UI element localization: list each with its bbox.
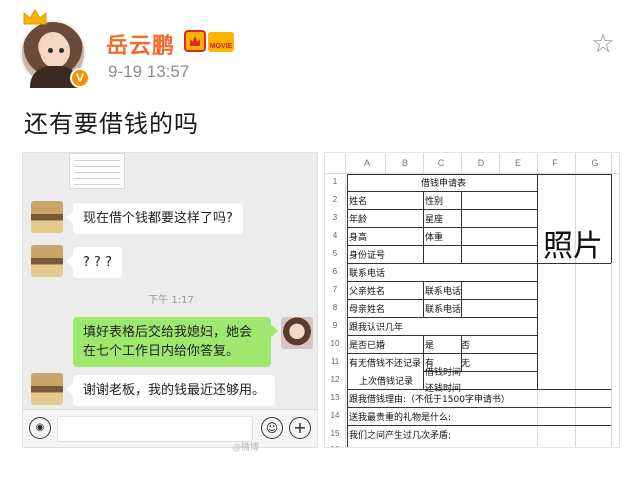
cell-label: 跟我借钱理由:（不低于1500字申请书） <box>349 395 510 405</box>
sender-avatar <box>31 373 63 405</box>
avatar-eye-right <box>59 48 64 53</box>
post-timestamp: 9-19 13:57 <box>108 62 190 81</box>
column-header: C <box>437 158 445 168</box>
chat-input-bar: ◉ ☺ + <box>23 409 317 447</box>
cell-label: 体重 <box>425 233 444 243</box>
row-number: 11 <box>330 357 340 366</box>
row-number: 10 <box>330 339 340 348</box>
cell-label: 借钱时间 <box>425 368 462 378</box>
message-bubble: 现在借个钱都要这样了吗? <box>73 203 243 234</box>
cell-label: 联系电话 <box>425 305 462 315</box>
avatar-eye-left <box>48 48 53 53</box>
column-header: E <box>514 158 521 168</box>
chat-time-divider: 下午 1:17 <box>148 295 194 306</box>
row-number: 5 <box>332 249 338 258</box>
post-text: 还有要借钱的吗 <box>24 110 199 138</box>
row-number: 12 <box>330 375 340 384</box>
row-number: 14 <box>330 411 340 420</box>
cell-label: 母亲姓名 <box>349 305 386 315</box>
message-bubble: 谢谢老板，我的钱最近还够用。 <box>73 375 276 406</box>
loan-application-sheet: A B C D E F G 12345678910111213141516 借钱… <box>324 152 620 448</box>
sender-avatar <box>31 245 63 277</box>
sender-avatar <box>31 201 63 233</box>
vip-crown-icon <box>184 30 206 52</box>
avatar-face <box>40 34 70 68</box>
cell-label: 身高 <box>349 233 368 243</box>
cell-label: 送我最贵重的礼物是什么: <box>349 413 452 423</box>
row-number: 4 <box>332 231 338 240</box>
sheet-title: 借钱申请表 <box>421 179 467 189</box>
chat-screenshot: 现在借个钱都要这样了吗? ? ? ? 下午 1:17 填好表格后交给我媳妇，她会… <box>22 152 318 448</box>
cell-label: 跟我认识几年 <box>349 323 404 333</box>
cell-label: 联系电话 <box>349 269 386 279</box>
cell-label: 父亲姓名 <box>349 287 386 297</box>
cell-label: 姓名 <box>349 197 368 207</box>
cell-label: 有无借钱不还记录 <box>349 359 422 369</box>
cell-label: 星座 <box>425 215 444 225</box>
receiver-avatar <box>281 317 313 349</box>
cell-label: 是 <box>425 341 435 351</box>
voice-icon[interactable]: ◉ <box>29 417 51 439</box>
row-number: 7 <box>332 285 338 294</box>
column-header: B <box>401 158 408 168</box>
plus-icon[interactable]: + <box>289 417 311 439</box>
message-bubble: ? ? ? <box>73 247 122 278</box>
row-number: 8 <box>332 303 338 312</box>
column-header: A <box>363 158 370 168</box>
username[interactable]: 岳云鹏 <box>106 28 175 60</box>
row-number: 9 <box>332 321 338 330</box>
cell-label: 性别 <box>425 197 444 207</box>
row-number: 1 <box>332 177 338 186</box>
watermark: @微博 <box>232 443 260 453</box>
cell-label: 身份证号 <box>349 251 386 261</box>
row-number: 16 <box>325 445 345 447</box>
table-thumbnail <box>69 153 125 189</box>
row-number: 15 <box>330 429 340 438</box>
cell-label: 是否已婚 <box>349 341 386 351</box>
verified-badge: V <box>70 68 90 88</box>
cell-label: 无 <box>461 359 471 369</box>
cell-label: 年龄 <box>349 215 368 225</box>
row-number: 3 <box>332 213 338 222</box>
photo-placeholder: 照片 <box>543 229 603 264</box>
column-header: G <box>591 158 599 168</box>
column-header: F <box>552 158 558 168</box>
chat-input[interactable] <box>57 416 253 442</box>
crown-icon <box>23 9 47 25</box>
message-bubble: 填好表格后交给我媳妇，她会在七个工作日内给你答复。 <box>73 317 271 367</box>
movie-badge: MOVIE <box>208 32 234 52</box>
favorite-star-icon[interactable]: ☆ <box>588 30 618 58</box>
cell-label: 联系电话 <box>425 287 462 297</box>
cell-label: 上次借钱记录 <box>359 377 414 387</box>
row-number: 2 <box>332 195 338 204</box>
column-header: D <box>477 158 485 168</box>
cell-label: 否 <box>461 341 471 351</box>
row-number: 13 <box>330 393 340 402</box>
cell-label: 我们之间产生过几次矛盾: <box>349 431 452 441</box>
emoji-icon[interactable]: ☺ <box>261 417 283 439</box>
row-number: 6 <box>332 267 338 276</box>
